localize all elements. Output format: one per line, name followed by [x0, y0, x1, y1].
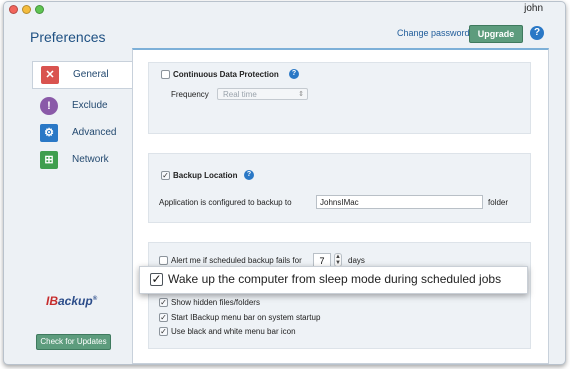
- close-window-button[interactable]: [9, 5, 18, 14]
- sidebar-item-general[interactable]: ✕ General: [32, 61, 134, 89]
- preferences-window: john Preferences Change password Upgrade…: [3, 1, 566, 365]
- general-settings-panel: Continuous Data Protection ? Frequency R…: [132, 48, 549, 364]
- minimize-window-button[interactable]: [22, 5, 31, 14]
- cdp-help-icon[interactable]: ?: [289, 69, 299, 79]
- wake-computer-label: Wake up the computer from sleep mode dur…: [168, 272, 502, 286]
- backup-location-checkbox[interactable]: ✓: [161, 171, 170, 180]
- cdp-label: Continuous Data Protection: [173, 70, 279, 79]
- alert-days-field[interactable]: 7: [313, 253, 331, 267]
- cdp-section: Continuous Data Protection ? Frequency R…: [148, 62, 531, 134]
- alert-checkbox[interactable]: [159, 256, 168, 265]
- computer-name-field[interactable]: JohnsIMac: [316, 195, 483, 209]
- bw-icon-checkbox[interactable]: ✓: [159, 327, 168, 336]
- sidebar-item-label: Network: [72, 154, 109, 165]
- sidebar-item-exclude[interactable]: ! Exclude: [32, 93, 132, 117]
- username-label: john: [524, 3, 543, 14]
- ibackup-logo: IBackup®: [46, 294, 98, 308]
- zoom-window-button[interactable]: [35, 5, 44, 14]
- frequency-label: Frequency: [171, 90, 209, 99]
- show-hidden-checkbox[interactable]: ✓: [159, 298, 168, 307]
- cdp-checkbox[interactable]: [161, 70, 170, 79]
- sidebar-item-label: General: [73, 69, 109, 80]
- backup-location-section: ✓ Backup Location ? Application is confi…: [148, 153, 531, 223]
- alert-label: Alert me if scheduled backup fails for: [171, 256, 302, 265]
- help-icon[interactable]: ?: [530, 26, 544, 40]
- folder-label: folder: [488, 198, 509, 207]
- sidebar-item-label: Exclude: [72, 100, 108, 111]
- show-hidden-label: Show hidden files/folders: [171, 298, 260, 307]
- tools-icon: ✕: [41, 66, 59, 84]
- backup-location-help-icon[interactable]: ?: [244, 170, 254, 180]
- upgrade-button[interactable]: Upgrade: [469, 25, 523, 43]
- title-bar: john: [4, 2, 565, 16]
- frequency-select[interactable]: Real time ⇕: [217, 88, 308, 100]
- sidebar-item-advanced[interactable]: ⚙ Advanced: [32, 120, 132, 144]
- backup-location-label: Backup Location: [173, 171, 238, 180]
- options-section: Alert me if scheduled backup fails for 7…: [148, 242, 531, 349]
- alert-days-stepper[interactable]: ▲ ▼: [334, 253, 342, 267]
- configured-backup-text: Application is configured to backup to: [159, 198, 292, 207]
- sidebar-item-network[interactable]: ⊞ Network: [32, 147, 132, 171]
- wake-computer-checkbox[interactable]: ✓: [150, 273, 163, 286]
- menubar-startup-label: Start IBackup menu bar on system startup: [171, 313, 321, 322]
- change-password-link[interactable]: Change password: [397, 28, 470, 38]
- network-icon: ⊞: [40, 151, 58, 169]
- page-title: Preferences: [30, 29, 106, 45]
- gear-icon: ⚙: [40, 124, 58, 142]
- menubar-startup-checkbox[interactable]: ✓: [159, 313, 168, 322]
- check-for-updates-button[interactable]: Check for Updates: [36, 334, 111, 350]
- bw-icon-label: Use black and white menu bar icon: [171, 327, 296, 336]
- wake-computer-option: ✓ Wake up the computer from sleep mode d…: [139, 266, 528, 294]
- sidebar-item-label: Advanced: [72, 127, 117, 138]
- days-label: days: [348, 256, 365, 265]
- exclude-icon: !: [40, 97, 58, 115]
- select-arrows-icon: ⇕: [298, 91, 304, 98]
